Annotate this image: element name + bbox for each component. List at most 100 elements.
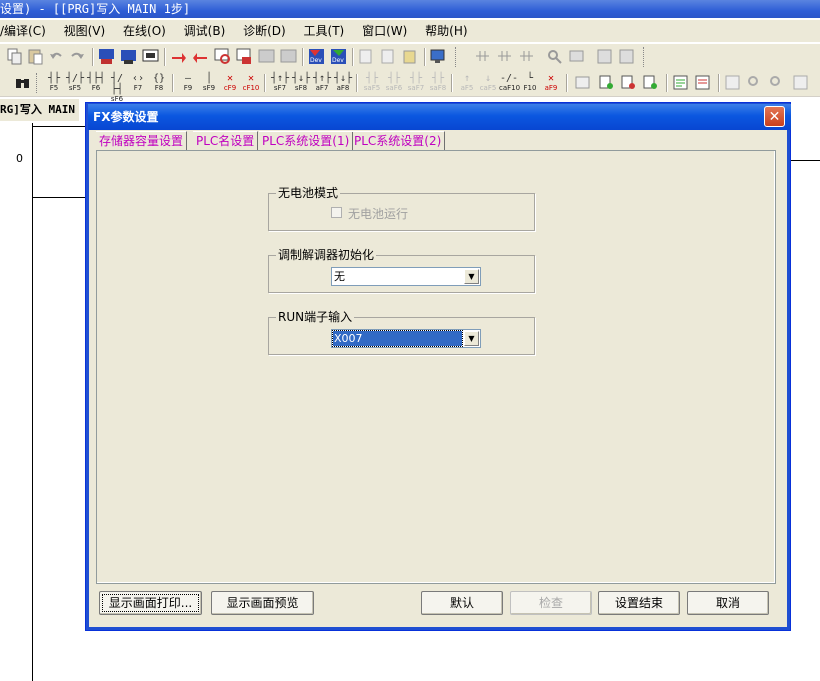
dev-batch-icon[interactable]: Dev	[330, 48, 347, 65]
menu-diagnose[interactable]: 诊断(D)	[243, 24, 286, 38]
device-write-icon[interactable]	[120, 48, 137, 65]
tab-plc-system-1[interactable]: PLC系统设置(1)	[259, 131, 354, 150]
ladder-monitor-icon[interactable]	[574, 74, 591, 91]
zoom-icon[interactable]	[746, 74, 763, 91]
monitor-start-icon[interactable]	[236, 48, 253, 65]
contact-symbol: ┤├┤	[86, 73, 106, 84]
saf7-button[interactable]: ┤├ saF7	[406, 73, 426, 93]
tab-plc-system-2[interactable]: PLC系统设置(2)	[351, 131, 446, 150]
parallel-rising-af7-button[interactable]: ┤↑├ aF7	[312, 73, 332, 93]
list-view-icon[interactable]	[724, 74, 741, 91]
delete-line-af9-button[interactable]: ✕ aF9	[541, 73, 561, 93]
step-number: 0	[16, 152, 23, 165]
dev-test-icon[interactable]: Dev	[308, 48, 325, 65]
paste-icon[interactable]	[27, 48, 44, 65]
write-to-plc-icon[interactable]	[170, 48, 187, 65]
vline-sf9-button[interactable]: │ sF9	[199, 73, 219, 93]
menu-window[interactable]: 窗口(W)	[362, 24, 407, 38]
delete-hline-cf9-button[interactable]: ✕ cF9	[220, 73, 240, 93]
instruction-symbol: {}	[152, 73, 166, 84]
menu-compile[interactable]: /编译(C)	[0, 24, 46, 38]
copy-icon[interactable]	[6, 48, 23, 65]
key-label: F9	[183, 84, 193, 92]
key-label: aF7	[315, 84, 329, 92]
contact-sf5-button[interactable]: ┤/├ sF5	[65, 73, 85, 93]
comment-edit-icon[interactable]	[358, 48, 375, 65]
af5-button[interactable]: ↑ aF5	[457, 73, 477, 93]
ladder-delete-icon[interactable]	[518, 48, 535, 65]
ladder-insert-icon[interactable]	[496, 48, 513, 65]
tab-plc-name[interactable]: PLC名设置	[193, 131, 259, 150]
note-edit-icon[interactable]	[402, 48, 419, 65]
caf5-button[interactable]: ↓ caF5	[478, 73, 498, 93]
toolbar-grip[interactable]	[643, 47, 647, 67]
close-icon: ✕	[768, 109, 781, 125]
finish-settings-button[interactable]: 设置结束	[598, 591, 680, 615]
binoculars-icon[interactable]	[14, 74, 31, 91]
contact-f6-button[interactable]: ┤├┤ F6	[86, 73, 106, 93]
print-screen-button[interactable]: 显示画面打印...	[99, 591, 202, 615]
close-button[interactable]: ✕	[764, 106, 785, 127]
contact-f5-button[interactable]: ┤├ F5	[44, 73, 64, 93]
falling-pulse-sf8-button[interactable]: ┤↓├ sF8	[291, 73, 311, 93]
menu-debug[interactable]: 调试(B)	[184, 24, 226, 38]
saf5-button[interactable]: ┤├ saF5	[362, 73, 382, 93]
comment-display-icon[interactable]	[598, 74, 615, 91]
preview-screen-button[interactable]: 显示画面预览	[211, 591, 314, 615]
replace-icon[interactable]	[568, 48, 585, 65]
device-read-icon[interactable]	[98, 48, 115, 65]
saf6-button[interactable]: ┤├ saF6	[384, 73, 404, 93]
instruction-f8-button[interactable]: {} F8	[149, 73, 169, 93]
monitor-stop-icon[interactable]	[258, 48, 275, 65]
menu-online[interactable]: 在线(O)	[123, 24, 166, 38]
split-view-icon[interactable]	[792, 74, 809, 91]
chevron-down-icon[interactable]: ▼	[464, 269, 479, 284]
zoom-out-icon[interactable]	[768, 74, 785, 91]
menu-tools[interactable]: 工具(T)	[304, 24, 345, 38]
run-terminal-select[interactable]: X007 ▼	[331, 329, 481, 348]
statement-edit-icon[interactable]	[380, 48, 397, 65]
toolbar-grip[interactable]	[36, 73, 40, 93]
parallel-falling-af8-button[interactable]: ┤↓├ aF8	[333, 73, 353, 93]
coil-f7-button[interactable]: ‹› F7	[128, 73, 148, 93]
contact-sf6-button[interactable]: ┤/├┤ sF6	[107, 73, 127, 103]
menu-help[interactable]: 帮助(H)	[425, 24, 467, 38]
tab-memory-capacity[interactable]: 存储器容量设置	[96, 131, 188, 150]
ladder-edit-icon[interactable]	[474, 48, 491, 65]
dialog-title-bar[interactable]: FX参数设置	[88, 104, 791, 130]
invert-caf10-button[interactable]: -/- caF10	[499, 73, 520, 93]
cancel-button[interactable]: 取消	[687, 591, 769, 615]
undo-icon[interactable]	[48, 48, 65, 65]
comment-batch-icon[interactable]	[642, 74, 659, 91]
alias-display-icon[interactable]	[620, 74, 637, 91]
toolbar-separator	[164, 48, 166, 66]
monitor-icon[interactable]	[214, 48, 231, 65]
key-label: sF7	[273, 84, 287, 92]
draw-line-f10-button[interactable]: └ F10	[520, 73, 540, 93]
redo-icon[interactable]	[69, 48, 86, 65]
statement-display-icon[interactable]	[672, 74, 689, 91]
menu-view[interactable]: 视图(V)	[64, 24, 106, 38]
monitor-all-icon[interactable]	[280, 48, 297, 65]
modem-init-select[interactable]: 无 ▼	[331, 267, 481, 286]
ladder-symbol-toolbar: ┤├ F5 ┤/├ sF5 ┤├┤ F6 ┤/├┤ sF6 ‹› F7 {} F8 — F9 …	[0, 70, 820, 103]
toolbar-grip[interactable]	[455, 47, 459, 67]
no-battery-checkbox[interactable]	[331, 207, 342, 218]
check-button[interactable]: 检查	[510, 591, 592, 615]
read-from-plc-icon[interactable]	[192, 48, 209, 65]
delete-vline-cf10-button[interactable]: ✕ cF10	[241, 73, 261, 93]
rising-pulse-sf7-button[interactable]: ┤↑├ sF7	[270, 73, 290, 93]
transfer-setup-icon[interactable]	[618, 48, 635, 65]
device-compare-icon[interactable]	[142, 48, 159, 65]
editor-tab[interactable]: RG]写入 MAIN	[0, 99, 79, 121]
chevron-down-icon[interactable]: ▼	[464, 331, 479, 346]
note-display-icon[interactable]	[694, 74, 711, 91]
default-button[interactable]: 默认	[421, 591, 503, 615]
program-check-icon[interactable]	[596, 48, 613, 65]
find-icon[interactable]	[546, 48, 563, 65]
hline-f9-button[interactable]: — F9	[178, 73, 198, 93]
screen-icon[interactable]	[430, 48, 447, 65]
saf8-button[interactable]: ┤├ saF8	[428, 73, 448, 93]
key-label: caF5	[479, 84, 497, 92]
modem-init-label: 调制解调器初始化	[276, 248, 377, 262]
